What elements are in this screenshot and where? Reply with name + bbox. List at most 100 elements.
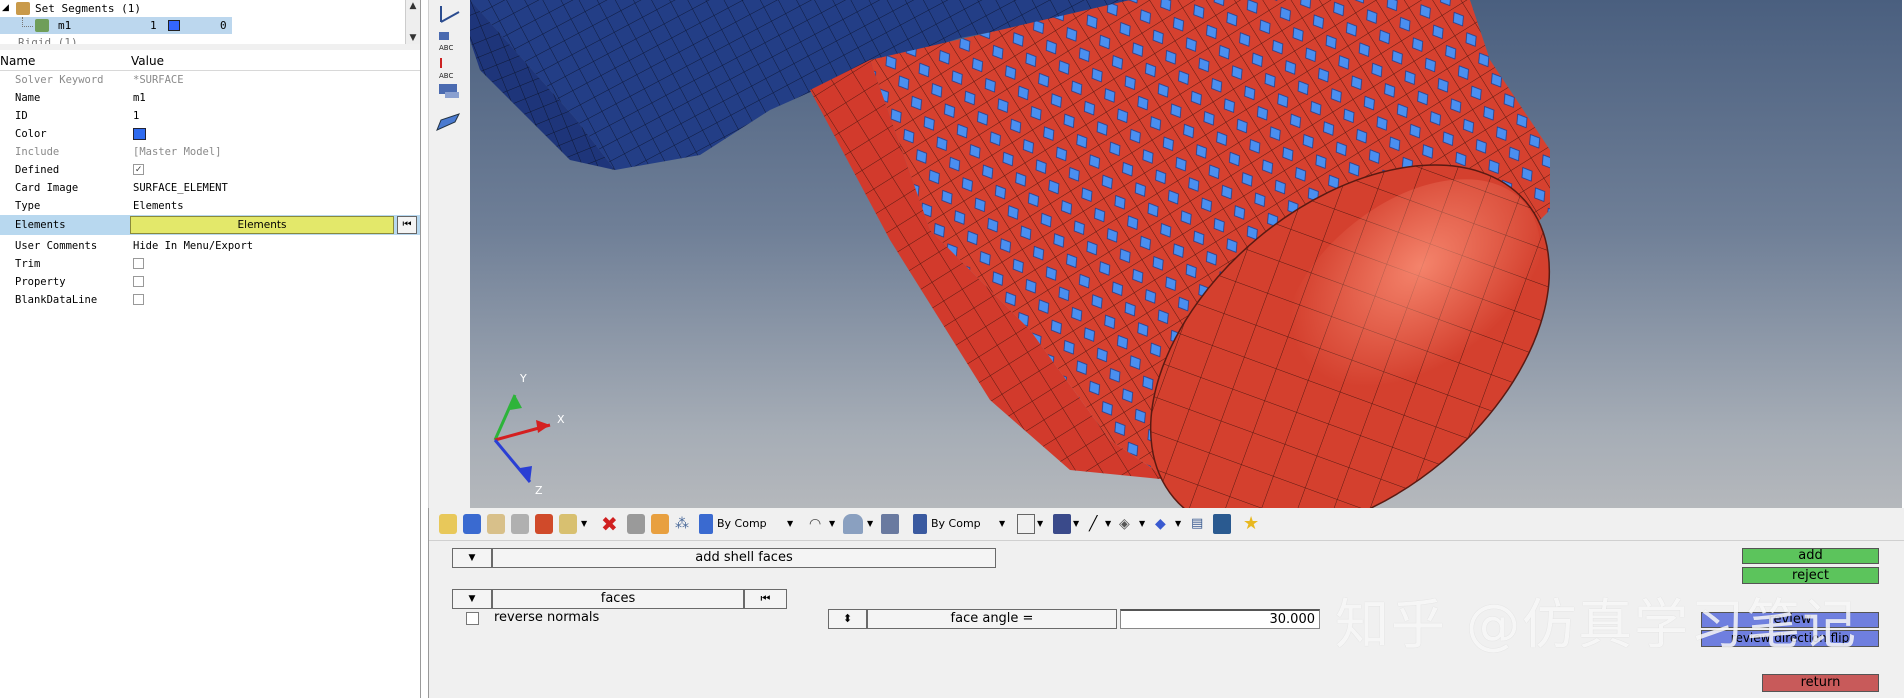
color-swatch[interactable] — [133, 128, 146, 140]
reject-button[interactable]: reject — [1742, 567, 1879, 584]
prop-label: BlankDataLine — [15, 294, 98, 306]
dropdown-icon[interactable]: ▼ — [867, 514, 873, 534]
mode-dropdown-button[interactable]: ▼ — [452, 548, 492, 568]
dropdown-icon[interactable]: ▼ — [787, 514, 793, 534]
assembly-icon[interactable] — [463, 514, 481, 534]
prop-row-include[interactable]: Include [Master Model] — [0, 143, 420, 161]
add-button[interactable]: add — [1742, 548, 1879, 564]
by-comp-select-1[interactable]: By Comp — [717, 514, 767, 534]
splitter[interactable] — [0, 44, 420, 50]
tree-row-m1[interactable]: m1 1 0 — [0, 17, 232, 34]
add-shell-faces-selector[interactable]: add shell faces — [492, 548, 996, 568]
prop-value[interactable]: 1 — [133, 107, 139, 125]
dropdown-icon[interactable]: ▼ — [829, 514, 835, 534]
line-icon[interactable]: ╱ — [1089, 514, 1097, 534]
prop-row-user-comments[interactable]: User Comments Hide In Menu/Export — [0, 237, 420, 255]
prop-row-solver-keyword[interactable]: Solver Keyword *SURFACE — [0, 71, 420, 89]
cascade-icon[interactable]: ▤ — [1191, 514, 1203, 534]
prop-row-trim[interactable]: Trim — [0, 255, 420, 273]
spring-label-icon[interactable] — [439, 84, 459, 98]
dropdown-icon[interactable]: ▼ — [1073, 514, 1079, 534]
scroll-up-icon[interactable]: ▲ — [406, 0, 420, 12]
favorite-star-icon[interactable]: ★ — [1243, 514, 1259, 534]
blankdataline-checkbox[interactable] — [133, 294, 144, 305]
scroll-down-icon[interactable]: ▼ — [406, 32, 420, 44]
delete-icon[interactable]: ✖ — [601, 514, 618, 534]
unmask-icon[interactable] — [651, 514, 669, 534]
numbering-icon[interactable]: ⁂ — [675, 514, 689, 534]
prop-row-name[interactable]: Name m1 — [0, 89, 420, 107]
face-angle-toggle-icon[interactable]: ⬍ — [828, 609, 867, 629]
main-toolbar: ▼ ✖ ⁂ By Comp ▼ ◠ ▼ ▼ By Comp ▼ ▼ ▼ ╱ ▼ … — [429, 508, 1904, 541]
prop-value[interactable]: m1 — [133, 89, 146, 107]
wireframe-icon[interactable] — [1017, 514, 1035, 534]
model-tree: ◢ Set Segments (1) m1 1 0 Rigid (1) ▲ ▼ — [0, 0, 420, 45]
prop-value[interactable]: SURFACE_ELEMENT — [133, 179, 228, 197]
prop-row-type[interactable]: Type Elements — [0, 197, 420, 215]
solid-mesh-icon[interactable] — [1053, 514, 1071, 534]
set-segments-label: Set Segments (1) — [35, 2, 141, 15]
graphics-viewport[interactable]: Y X Z — [470, 0, 1902, 508]
prop-label: Color — [15, 128, 47, 140]
prop-label: Type — [15, 200, 41, 212]
geometry-color-icon[interactable] — [913, 514, 927, 534]
prop-row-card-image[interactable]: Card Image SURFACE_ELEMENT — [0, 179, 420, 197]
prop-row-elements[interactable]: Elements Elements ⏮ — [0, 215, 420, 235]
segment-count: 0 — [220, 19, 227, 32]
reset-icon[interactable]: ⏮ — [397, 216, 417, 234]
load-steps-icon[interactable] — [535, 514, 553, 534]
header-name: Name — [0, 54, 36, 68]
collapse-icon[interactable]: ◢ — [2, 0, 9, 17]
trim-checkbox[interactable] — [133, 258, 144, 269]
color-mode-icon[interactable] — [699, 514, 713, 534]
faces-selector[interactable]: faces — [492, 589, 744, 609]
dropdown-icon[interactable]: ▼ — [1105, 514, 1111, 534]
load-collectors-icon[interactable] — [511, 514, 529, 534]
prop-row-id[interactable]: ID 1 — [0, 107, 420, 125]
prop-row-property[interactable]: Property — [0, 273, 420, 291]
prop-value[interactable]: Elements — [133, 197, 184, 215]
entity-dropdown-button[interactable]: ▼ — [452, 589, 492, 609]
property-checkbox[interactable] — [133, 276, 144, 287]
abc-note-icon[interactable]: ABC — [439, 32, 453, 52]
prop-row-color[interactable]: Color — [0, 125, 420, 143]
dropdown-icon[interactable]: ▼ — [1037, 514, 1043, 534]
dropdown-icon[interactable]: ▼ — [1175, 514, 1181, 534]
return-button[interactable]: return — [1762, 674, 1879, 692]
abc-arrow-icon[interactable]: ABC — [439, 58, 453, 80]
find-icon[interactable] — [559, 514, 577, 534]
measure-angle-icon[interactable] — [440, 6, 460, 23]
tree-scrollbar[interactable]: ▲ ▼ — [405, 0, 420, 44]
face-angle-input[interactable]: 30.000 — [1120, 609, 1320, 629]
model-render — [470, 0, 1619, 508]
shaded-icon[interactable] — [843, 514, 863, 534]
lasso-icon[interactable]: ◠ — [809, 514, 821, 534]
set-folder-icon — [16, 2, 30, 15]
dropdown-icon[interactable]: ▼ — [581, 514, 587, 534]
panel-area: ▼ ✖ ⁂ By Comp ▼ ◠ ▼ ▼ By Comp ▼ ▼ ▼ ╱ ▼ … — [428, 508, 1904, 698]
red-cylinder[interactable] — [810, 0, 1619, 508]
properties-icon[interactable] — [487, 514, 505, 534]
components-icon[interactable] — [439, 514, 457, 534]
reverse-normals-checkbox[interactable] — [466, 612, 479, 625]
plane-icon[interactable] — [436, 113, 460, 131]
element-mode-icon[interactable] — [881, 514, 899, 534]
segment-color-swatch[interactable] — [168, 20, 180, 31]
prop-value[interactable]: Hide In Menu/Export — [133, 237, 253, 255]
review-direction-flip-button[interactable]: review direction flip — [1701, 630, 1879, 647]
dropdown-icon[interactable]: ▼ — [999, 514, 1005, 534]
surface-icon[interactable]: ◆ — [1155, 514, 1166, 534]
prop-label: User Comments — [15, 240, 98, 252]
by-comp-select-2[interactable]: By Comp — [931, 514, 981, 534]
elements-selector[interactable]: Elements — [130, 216, 394, 234]
monitor-icon[interactable] — [1213, 514, 1231, 534]
prop-row-defined[interactable]: Defined ✓ — [0, 161, 420, 179]
prop-row-blankdataline[interactable]: BlankDataLine — [0, 291, 420, 309]
axis-y-label: Y — [520, 372, 527, 385]
layers-icon[interactable]: ◈ — [1119, 514, 1130, 534]
mask-icon[interactable] — [627, 514, 645, 534]
review-button[interactable]: review — [1701, 612, 1879, 628]
dropdown-icon[interactable]: ▼ — [1139, 514, 1145, 534]
defined-checkbox[interactable]: ✓ — [133, 164, 144, 175]
reset-selection-icon[interactable]: ⏮ — [744, 589, 787, 609]
